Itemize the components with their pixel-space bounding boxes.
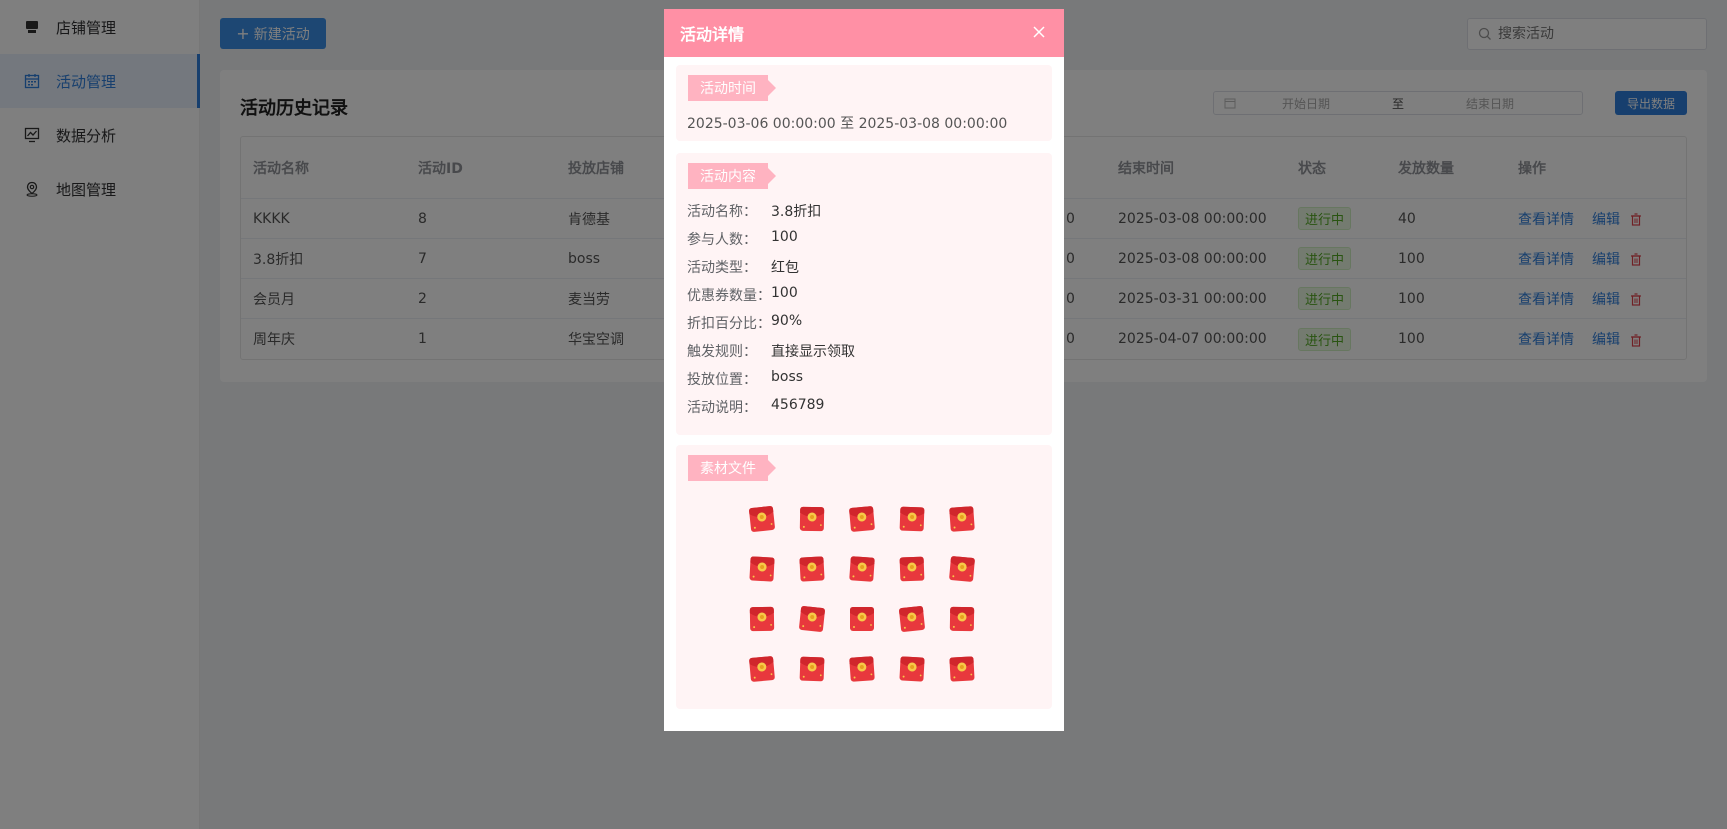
detail-field: 触发规则： 直接显示领取: [687, 341, 855, 361]
material-section: 素材文件: [676, 445, 1052, 709]
red-envelope-icon[interactable]: [896, 653, 928, 685]
red-envelope-icon[interactable]: [946, 553, 978, 585]
field-key: 触发规则：: [687, 344, 757, 360]
field-value: 100: [771, 285, 798, 301]
field-value: 100: [771, 229, 798, 245]
red-envelope-icon[interactable]: [796, 553, 828, 585]
field-key: 活动类型：: [687, 260, 757, 276]
activity-detail-modal: 活动详情 活动时间 2025-03-06 00:00:00 至 2025-03-…: [664, 9, 1064, 731]
modal-title: 活动详情: [680, 25, 745, 44]
field-value: 456789: [771, 397, 825, 413]
detail-field: 活动说明： 456789: [687, 397, 824, 417]
time-text: 2025-03-06 00:00:00 至 2025-03-08 00:00:0…: [687, 116, 1008, 132]
red-envelope-icon[interactable]: [846, 503, 878, 535]
time-section: 活动时间 2025-03-06 00:00:00 至 2025-03-08 00…: [676, 65, 1052, 141]
red-envelope-icon[interactable]: [746, 503, 778, 535]
field-value: 3.8折扣: [771, 204, 822, 220]
content-tag: 活动内容: [688, 163, 776, 189]
red-envelope-icon[interactable]: [796, 503, 828, 535]
field-key: 投放位置：: [687, 372, 757, 388]
red-envelope-icon[interactable]: [896, 553, 928, 585]
field-key: 参与人数：: [687, 232, 757, 248]
red-envelope-icon[interactable]: [896, 503, 928, 535]
red-envelope-icon[interactable]: [846, 603, 878, 635]
red-envelope-icon[interactable]: [796, 603, 828, 635]
field-key: 优惠券数量：: [687, 288, 771, 304]
content-section: 活动内容 活动名称： 3.8折扣 参与人数： 100 活动类型： 红包 优惠券数量： 100 折…: [676, 153, 1052, 435]
red-envelope-icon[interactable]: [896, 603, 928, 635]
detail-field: 优惠券数量： 100: [687, 285, 798, 305]
red-envelope-icon[interactable]: [746, 553, 778, 585]
close-icon[interactable]: [1032, 25, 1048, 41]
red-envelope-icon[interactable]: [746, 653, 778, 685]
field-key: 折扣百分比：: [687, 316, 771, 332]
modal-header: 活动详情: [664, 9, 1064, 57]
field-value: boss: [771, 369, 804, 385]
red-envelope-icon[interactable]: [846, 653, 878, 685]
field-value: 90%: [771, 313, 803, 329]
field-value: 红包: [771, 260, 799, 276]
red-envelope-icon[interactable]: [796, 653, 828, 685]
detail-field: 活动类型： 红包: [687, 257, 799, 277]
red-envelope-icon[interactable]: [946, 653, 978, 685]
field-value: 直接显示领取: [771, 344, 855, 360]
detail-field: 活动名称： 3.8折扣: [687, 201, 821, 221]
red-envelope-icon[interactable]: [946, 503, 978, 535]
field-key: 活动说明：: [687, 400, 757, 416]
red-envelope-icon[interactable]: [946, 603, 978, 635]
detail-field: 投放位置： boss: [687, 369, 803, 389]
detail-field: 参与人数： 100: [687, 229, 798, 249]
field-key: 活动名称：: [687, 204, 757, 220]
red-envelope-icon[interactable]: [846, 553, 878, 585]
time-tag: 活动时间: [688, 75, 776, 101]
detail-field: 折扣百分比： 90%: [687, 313, 802, 333]
material-tag: 素材文件: [688, 455, 776, 481]
red-envelope-icon[interactable]: [746, 603, 778, 635]
